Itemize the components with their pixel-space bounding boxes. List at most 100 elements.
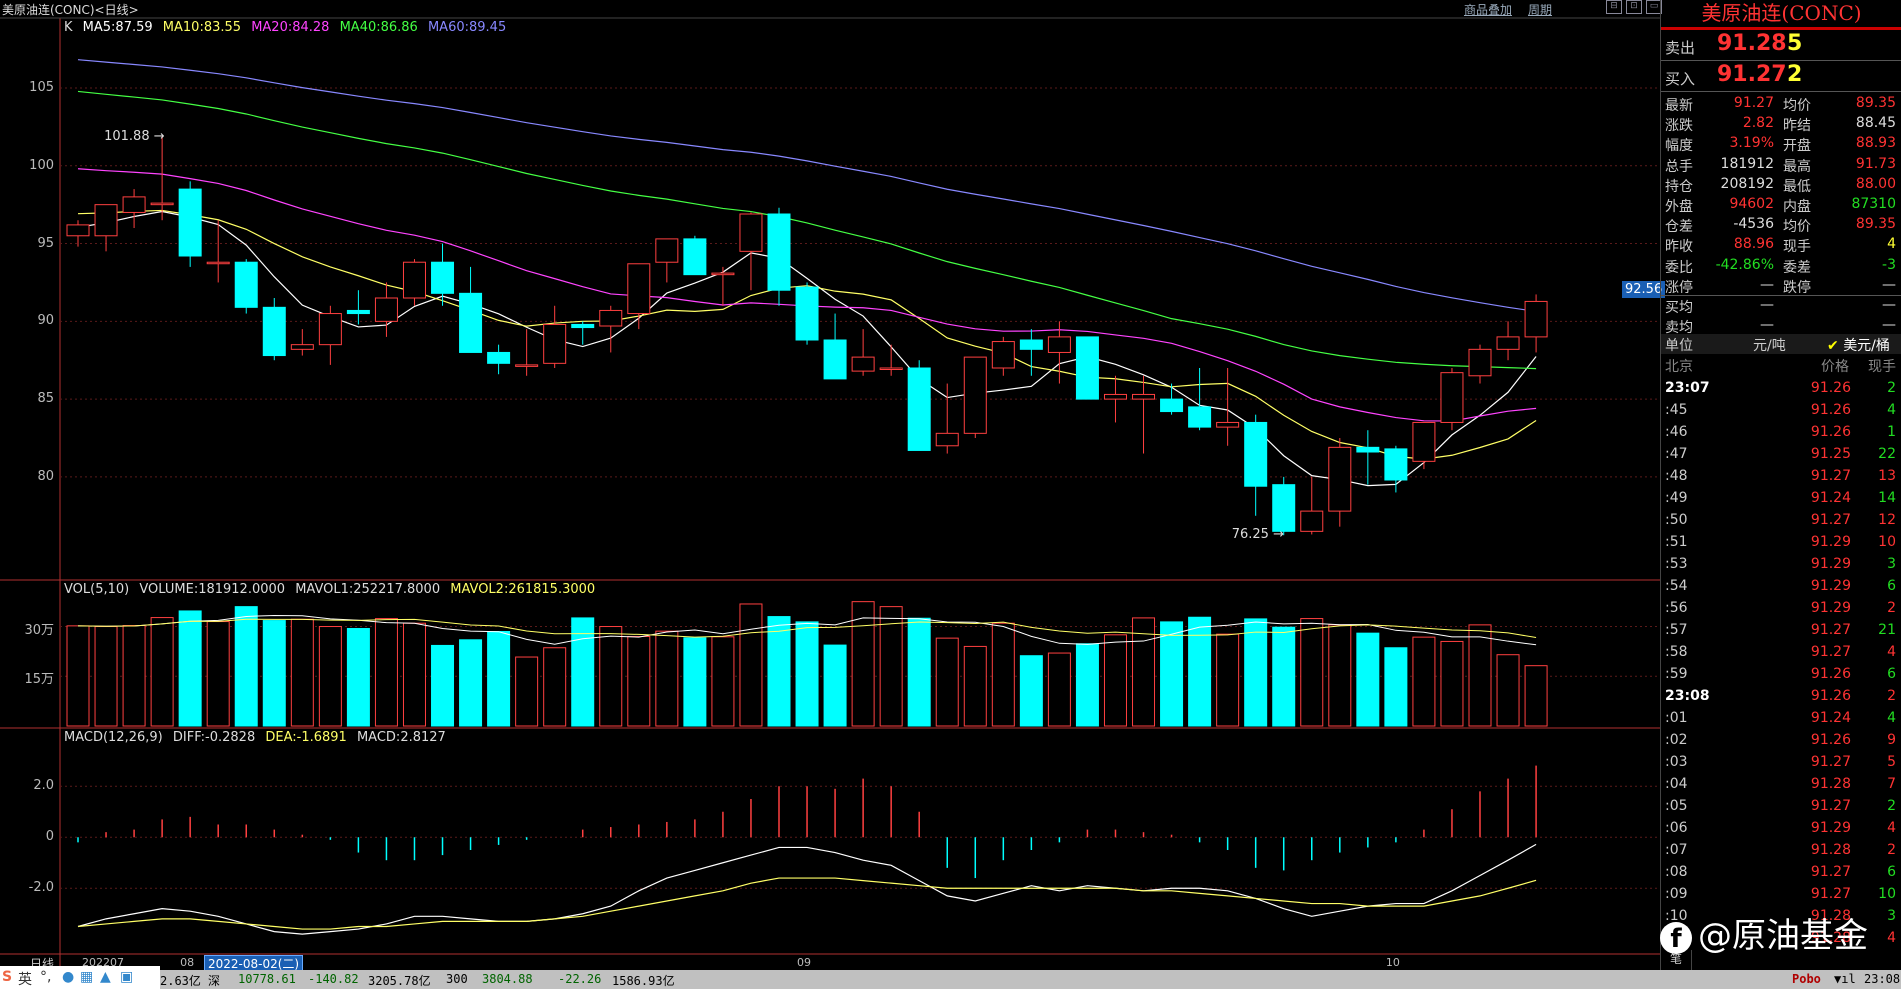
punct-icon[interactable]: °, xyxy=(40,969,51,985)
stat-label: 内盘 xyxy=(1783,199,1811,215)
title-underline xyxy=(1661,27,1901,30)
unit-row: 单位 元/吨 ✔ 美元/桶 xyxy=(1661,334,1901,354)
volume-bar xyxy=(1468,624,1492,727)
stat-label: 总手 xyxy=(1665,158,1693,175)
tick-row: :49 91.24 14 xyxy=(1661,488,1901,510)
volume-bar xyxy=(1103,634,1127,727)
ma60-line xyxy=(77,59,1537,313)
tick-volume: 2 xyxy=(1887,380,1896,396)
candle-body xyxy=(459,292,483,353)
vol-name: VOL(5,10) xyxy=(64,582,130,597)
stat-label: 均价 xyxy=(1783,219,1811,236)
ma60-label: MA60:89.45 xyxy=(427,20,507,35)
volume-bar xyxy=(1328,624,1352,727)
volume-bar xyxy=(851,601,875,727)
tick-time: :59 xyxy=(1665,666,1688,682)
tick-row: :46 91.26 1 xyxy=(1661,422,1901,444)
stat-row: 仓差 -4536 均价 89.35 xyxy=(1661,215,1901,235)
candle-body xyxy=(1216,421,1240,428)
unit-option-yuan[interactable]: 元/吨 xyxy=(1753,335,1786,355)
tile-icon[interactable]: ⊡ xyxy=(1626,0,1642,14)
date-label: 10 xyxy=(1385,956,1400,969)
volume-bar xyxy=(206,621,230,727)
stat-label: 昨收 xyxy=(1665,239,1693,256)
stat-label: 开盘 xyxy=(1783,138,1811,155)
price-tick-label: 80 xyxy=(37,468,54,484)
keyboard-icon[interactable]: ▦ xyxy=(80,969,93,985)
candle-body xyxy=(655,238,679,263)
facebook-icon: f xyxy=(1660,921,1692,954)
low-price-annotation: 76.25 → xyxy=(1231,527,1284,543)
volume-bar xyxy=(1524,665,1548,727)
price-tick-label: 105 xyxy=(29,80,54,95)
diff-line xyxy=(77,843,1537,935)
ime-mode[interactable]: 英 xyxy=(18,969,32,989)
sell-row[interactable]: 卖出 91.28 5 xyxy=(1661,31,1901,59)
tick-time: 23:07 xyxy=(1665,380,1710,396)
candle-body xyxy=(1019,339,1043,350)
tick-header-time: 北京 xyxy=(1665,359,1693,375)
high-price-annotation: 101.88 → xyxy=(104,128,165,144)
volume-bar xyxy=(1075,643,1099,727)
tick-volume: 3 xyxy=(1887,556,1896,572)
stat-label: 持仓 xyxy=(1665,178,1693,195)
chart-area[interactable] xyxy=(0,0,1660,970)
candle-body xyxy=(234,261,258,308)
skin-icon[interactable]: ▲ xyxy=(100,969,111,985)
tick-header-price: 价格 xyxy=(1821,359,1849,375)
tick-row: :48 91.27 13 xyxy=(1661,466,1901,488)
candle-body xyxy=(290,344,314,350)
stat-value: -4536 xyxy=(1733,216,1774,233)
stat-value: 88.00 xyxy=(1855,175,1896,192)
period-link[interactable]: 周期 xyxy=(1528,1,1552,18)
stat-value: 208192 xyxy=(1720,175,1774,192)
stat-label: 现手 xyxy=(1783,239,1811,256)
menu-icon[interactable]: ▣ xyxy=(120,969,133,985)
candle-body xyxy=(206,261,230,265)
price-tick-label: 85 xyxy=(37,391,54,407)
volume-bar xyxy=(1047,652,1071,727)
main-legend: K MA5:87.59 MA10:83.55 MA20:84.28 MA40:8… xyxy=(64,20,512,35)
volume-bar xyxy=(655,630,679,727)
volume-bar xyxy=(122,625,146,727)
candle-body xyxy=(1272,484,1296,532)
tick-price: 91.27 xyxy=(1810,512,1851,528)
stat-label: 仓差 xyxy=(1665,219,1693,236)
volume-bar xyxy=(963,645,987,727)
commodity-overlay-link[interactable]: 商品叠加 xyxy=(1464,1,1512,18)
vol-mavol2: MAVOL2:261815.3000 xyxy=(450,582,596,597)
vol-volume: VOLUME:181912.0000 xyxy=(139,582,286,597)
stat-value: -42.86% xyxy=(1715,256,1774,273)
unit-option-usd[interactable]: ✔ 美元/桶 xyxy=(1827,335,1890,355)
macd-legend: MACD(12,26,9) DIFF:-0.2828 DEA:-1.6891 M… xyxy=(64,730,452,745)
volume-bar xyxy=(150,617,174,727)
buy-row[interactable]: 买入 91.27 2 xyxy=(1661,62,1901,90)
candle-body xyxy=(1300,510,1324,532)
tick-row: :08 91.27 6 xyxy=(1661,862,1901,884)
tick-header-vol: 现手 xyxy=(1868,359,1896,375)
tick-price: 91.28 xyxy=(1810,842,1851,858)
volume-bar xyxy=(1412,636,1436,727)
stat-row: 最新 91.27 均价 89.35 xyxy=(1661,94,1901,114)
stat-label: 跌停 xyxy=(1783,279,1811,296)
stat-value: 3.19% xyxy=(1729,135,1774,152)
volume-legend: VOL(5,10) VOLUME:181912.0000 MAVOL1:2522… xyxy=(64,582,601,597)
candle-body xyxy=(346,309,370,315)
candle-body xyxy=(1468,348,1492,377)
stat-row: 总手 181912 最高 91.73 xyxy=(1661,155,1901,175)
volume-bar xyxy=(1300,618,1324,727)
sell-qty: 5 xyxy=(1787,31,1803,56)
tick-volume: 5 xyxy=(1887,754,1896,770)
buy-label: 买入 xyxy=(1665,70,1696,88)
candle-body xyxy=(1524,300,1548,338)
tick-volume: 2 xyxy=(1887,688,1896,704)
ime-toolbar[interactable]: S 英 °, ● ▦ ▲ ▣ xyxy=(0,966,160,989)
candle-body xyxy=(991,341,1015,369)
mic-icon[interactable]: ● xyxy=(62,969,74,985)
tick-price: 91.27 xyxy=(1810,798,1851,814)
status-item: 10778.61 xyxy=(238,972,296,986)
restore-icon[interactable]: ⊟ xyxy=(1606,0,1622,14)
volume-bar xyxy=(66,625,90,727)
candle-body xyxy=(487,351,511,364)
date-label: 08 xyxy=(180,956,195,969)
